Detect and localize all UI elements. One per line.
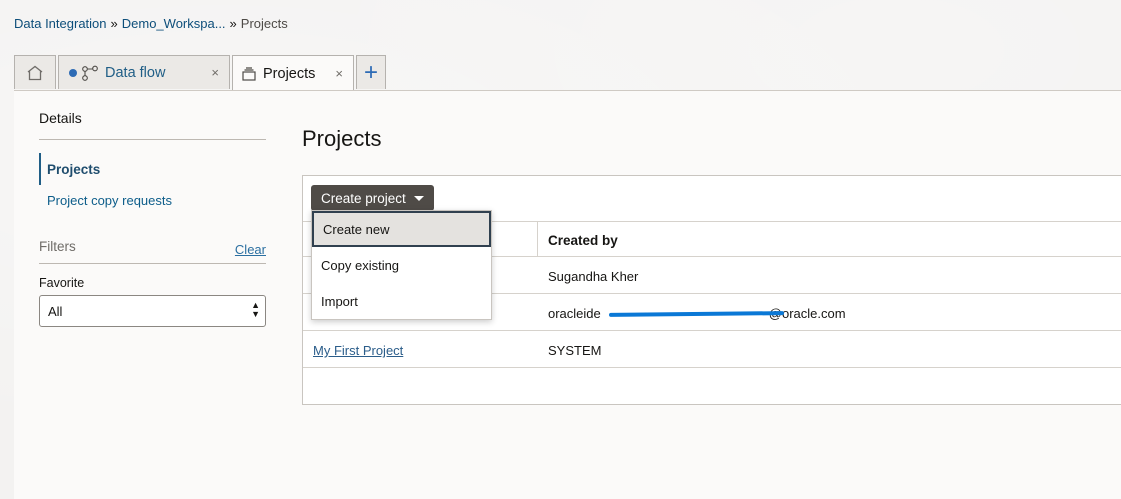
column-header-created-by[interactable]: Created by <box>548 233 618 248</box>
tab-projects[interactable]: Projects × <box>232 55 354 91</box>
chevron-down-icon <box>413 195 424 201</box>
sidebar-item-project-copy-requests[interactable]: Project copy requests <box>47 193 172 208</box>
create-project-menu: Create new Copy existing Import <box>311 210 492 320</box>
tab-home[interactable] <box>14 55 56 89</box>
cell-created-by: Sugandha Kher <box>548 269 639 284</box>
favorite-select[interactable]: All ▲ ▼ <box>39 295 266 327</box>
select-arrows-icon: ▲ ▼ <box>251 300 260 319</box>
divider <box>39 139 266 140</box>
create-project-button[interactable]: Create project <box>311 185 434 211</box>
menu-item-import[interactable]: Import <box>312 283 491 319</box>
add-tab-button[interactable]: + <box>356 55 386 89</box>
page-title: Projects <box>302 126 382 151</box>
menu-item-copy-existing[interactable]: Copy existing <box>312 247 491 283</box>
tab-data-flow-label: Data flow <box>105 64 166 81</box>
tab-data-flow[interactable]: Data flow × <box>58 55 230 89</box>
breadcrumb-separator: » <box>229 16 237 31</box>
filters-label: Filters <box>39 239 76 254</box>
breadcrumb: Data Integration » Demo_Workspa... » Pro… <box>14 16 288 31</box>
cell-created-by: SYSTEM <box>548 343 602 358</box>
breadcrumb-data-integration[interactable]: Data Integration <box>14 16 107 31</box>
breadcrumb-separator: » <box>110 16 118 31</box>
divider <box>39 263 266 264</box>
unsaved-dot-icon <box>69 68 77 77</box>
breadcrumb-current: Projects <box>240 16 288 31</box>
column-divider <box>537 221 538 257</box>
clear-filters-link[interactable]: Clear <box>235 242 266 257</box>
favorite-select-value: All <box>48 303 63 319</box>
project-name-link[interactable]: My First Project <box>313 343 403 358</box>
breadcrumb-workspace[interactable]: Demo_Workspa... <box>122 16 226 31</box>
favorite-label: Favorite <box>39 276 85 290</box>
tab-bar: Data flow × Projects × + <box>14 55 388 91</box>
close-icon[interactable]: × <box>335 66 343 81</box>
home-icon <box>27 65 43 80</box>
sidebar-title: Details <box>39 110 82 126</box>
table-row[interactable]: My First Project SYSTEM <box>303 331 1121 368</box>
menu-item-create-new[interactable]: Create new <box>312 211 491 247</box>
dataflow-icon <box>82 65 98 81</box>
plus-icon: + <box>363 58 378 86</box>
projects-icon <box>242 66 256 81</box>
create-project-label: Create project <box>321 190 406 206</box>
created-by-prefix: oracleide <box>548 306 601 321</box>
sidebar-item-projects[interactable]: Projects <box>39 153 100 185</box>
content-panel: Details Projects Project copy requests F… <box>14 90 1121 499</box>
close-icon[interactable]: × <box>211 65 219 80</box>
tab-projects-label: Projects <box>263 65 316 82</box>
